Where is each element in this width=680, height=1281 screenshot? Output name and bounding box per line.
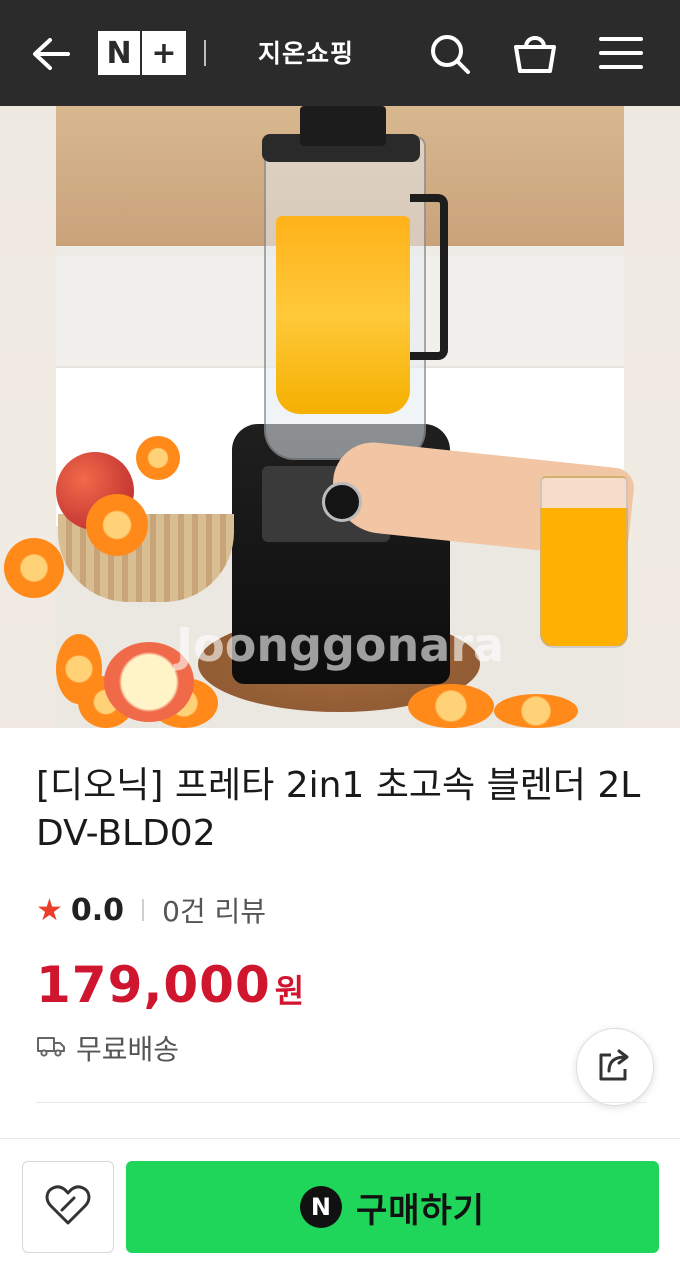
section-divider — [36, 1102, 646, 1103]
watermark-text: Joonggonara — [176, 618, 505, 672]
review-count[interactable]: 0건 리뷰 — [162, 890, 266, 930]
share-icon — [595, 1047, 635, 1087]
blender-handle — [410, 194, 448, 360]
wishlist-button[interactable] — [22, 1161, 114, 1253]
blender-cap — [300, 106, 386, 146]
truck-icon — [36, 1034, 66, 1062]
juice-glass — [540, 476, 628, 648]
top-navigation-bar: N + 지온쇼핑 — [0, 0, 680, 106]
logo-n: N — [98, 31, 142, 75]
bottom-purchase-bar: N 구매하기 — [0, 1138, 680, 1281]
logo-plus: + — [142, 31, 186, 75]
product-image[interactable]: Joonggonara — [0, 106, 680, 728]
header-divider — [204, 40, 206, 66]
buy-button[interactable]: N 구매하기 — [126, 1161, 659, 1253]
rating-divider — [142, 899, 145, 921]
product-title: [디오닉] 프레타 2in1 초고속 블렌더 2L DV-BLD02 — [36, 765, 641, 854]
price: 179,000 원 — [36, 956, 304, 1014]
price-amount: 179,000 — [36, 956, 271, 1014]
orange-slice — [408, 684, 494, 728]
naver-plus-logo[interactable]: N + — [98, 31, 186, 75]
naver-pay-badge: N — [299, 1186, 342, 1228]
menu-icon[interactable] — [596, 30, 646, 76]
shipping-label: 무료배송 — [76, 1033, 180, 1066]
share-button[interactable] — [576, 1028, 654, 1106]
blender-knob — [322, 482, 362, 522]
price-currency: 원 — [274, 972, 305, 1010]
store-name[interactable]: 지온쇼핑 — [258, 34, 354, 70]
buy-button-label: 구매하기 — [355, 1190, 486, 1231]
search-icon[interactable] — [426, 30, 474, 78]
back-arrow-icon[interactable] — [26, 30, 74, 78]
image-left-edge — [0, 106, 56, 728]
rating-score: 0.0 — [70, 892, 125, 928]
orange-juice — [276, 216, 410, 414]
shipping-info: 무료배송 — [36, 1028, 179, 1068]
orange-slice — [494, 694, 578, 728]
orange-slice — [4, 538, 64, 598]
image-right-edge — [624, 106, 680, 728]
heart-link-icon — [43, 1183, 93, 1231]
orange-slice — [86, 494, 148, 556]
orange-slice — [136, 436, 180, 480]
shopping-bag-icon[interactable] — [510, 28, 560, 78]
rating-row[interactable]: ★ 0.0 0건 리뷰 — [36, 890, 266, 930]
star-icon: ★ — [36, 892, 63, 928]
